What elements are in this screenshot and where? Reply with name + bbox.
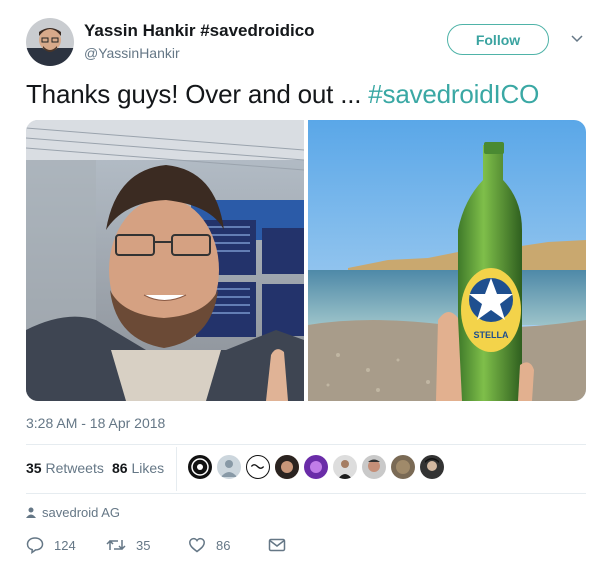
reply-icon: [26, 537, 44, 554]
author-handle[interactable]: @YassinHankir: [84, 45, 180, 61]
author-name[interactable]: Yassin Hankir #savedroidico: [84, 21, 315, 41]
avatar-image: [26, 18, 74, 66]
photo-beer-beach[interactable]: STELLA: [308, 120, 586, 401]
author-avatar[interactable]: [26, 18, 74, 66]
tweet-timestamp[interactable]: 3:28 AM - 18 Apr 2018: [26, 415, 165, 431]
liker-avatar-image: [310, 461, 322, 473]
follow-button[interactable]: Follow: [447, 24, 549, 55]
liker-avatar[interactable]: [246, 455, 270, 479]
tweet-text: Thanks guys! Over and out ... #savedroid…: [26, 79, 539, 110]
liker-avatar-image: [338, 460, 352, 479]
like-count: 86: [216, 537, 231, 553]
likes-count: 86: [112, 460, 128, 476]
liker-avatar[interactable]: [304, 455, 328, 479]
liker-avatar[interactable]: [391, 455, 415, 479]
bottle-label: STELLA: [474, 330, 509, 340]
person-icon: [26, 507, 36, 518]
reply-button[interactable]: 124: [26, 536, 76, 554]
retweets-stat[interactable]: 35 Retweets: [26, 460, 104, 476]
liker-avatar-image: [275, 455, 299, 479]
tweet-source[interactable]: savedroid AG: [26, 505, 120, 520]
default-avatar-icon: [221, 460, 237, 477]
retweet-count: 35: [136, 537, 151, 553]
tweet-header: Yassin Hankir #savedroidico @YassinHanki…: [26, 14, 586, 70]
liker-avatar[interactable]: [333, 455, 357, 479]
like-button[interactable]: 86: [188, 536, 230, 554]
divider: [26, 493, 586, 494]
direct-message-button[interactable]: [268, 536, 286, 554]
liker-avatar-image: [250, 464, 265, 469]
retweet-icon: [106, 539, 126, 551]
source-label: savedroid AG: [42, 505, 121, 520]
likes-stat[interactable]: 86 Likes: [112, 460, 164, 476]
liker-avatar[interactable]: [188, 455, 212, 479]
tweet-actions: 124 35 86: [26, 532, 586, 560]
likes-label: Likes: [131, 460, 165, 476]
photo-selfie-airport[interactable]: [26, 120, 304, 401]
liker-avatar-image: [368, 459, 380, 472]
stats-separator: [176, 447, 177, 491]
liker-avatar[interactable]: [420, 455, 444, 479]
engagement-stats: 35 Retweets 86 Likes: [26, 445, 586, 493]
reply-count: 124: [54, 537, 76, 553]
liker-avatar-image: [191, 458, 209, 476]
hashtag-link[interactable]: #savedroidICO: [368, 79, 539, 109]
liker-avatar[interactable]: [275, 455, 299, 479]
retweets-count: 35: [26, 460, 42, 476]
liker-avatar-image: [425, 458, 439, 471]
liker-avatar[interactable]: [362, 455, 386, 479]
envelope-icon: [268, 538, 286, 552]
media-grid: STELLA: [26, 120, 586, 401]
retweets-label: Retweets: [45, 460, 104, 476]
chevron-down-icon[interactable]: [570, 32, 584, 46]
tweet-text-main: Thanks guys! Over and out ...: [26, 79, 369, 109]
liker-avatar[interactable]: [217, 455, 241, 479]
liker-avatar-image: [396, 460, 410, 474]
heart-icon: [189, 537, 205, 553]
retweet-button[interactable]: 35: [106, 536, 150, 554]
